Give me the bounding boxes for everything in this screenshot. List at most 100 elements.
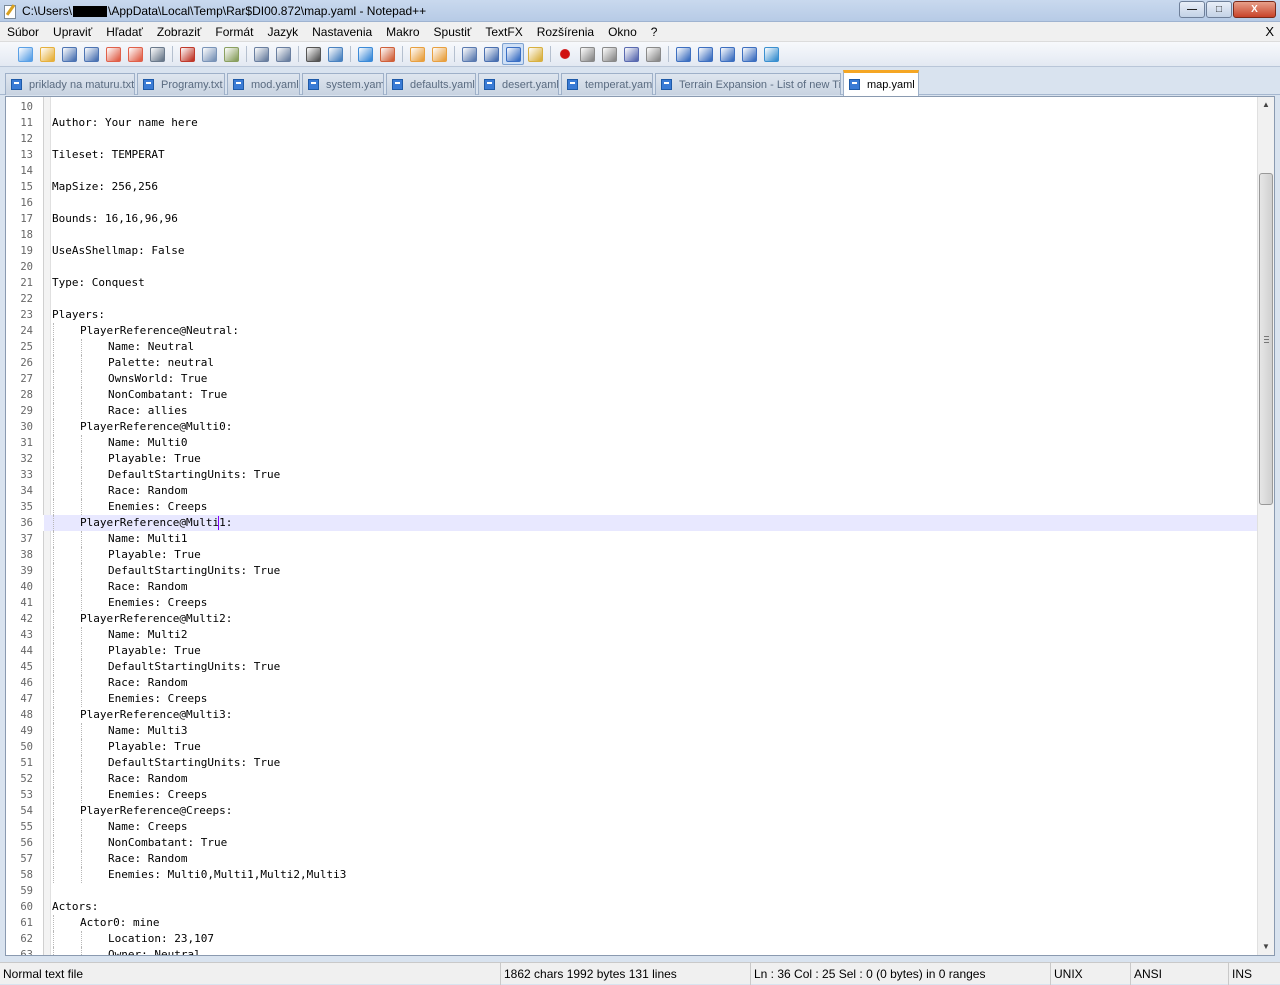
code-line[interactable]: 53 Enemies: Creeps (6, 787, 1258, 803)
code-line[interactable]: 40 Race: Random (6, 579, 1258, 595)
menu-upravit[interactable]: Upraviť (46, 22, 99, 42)
code-line[interactable]: 33 DefaultStartingUnits: True (6, 467, 1258, 483)
code-line[interactable]: 18 (6, 227, 1258, 243)
menu-hladat[interactable]: Hľadať (99, 22, 150, 42)
prev-bookmark-button[interactable] (694, 43, 716, 65)
code-line[interactable]: 22 (6, 291, 1258, 307)
menu-nastavenia[interactable]: Nastavenia (305, 22, 379, 42)
menu-spustit[interactable]: Spustiť (427, 22, 479, 42)
save-button[interactable] (58, 43, 80, 65)
code-line[interactable]: 56 NonCombatant: True (6, 835, 1258, 851)
record-macro-button[interactable] (554, 43, 576, 65)
code-line[interactable]: 25 Name: Neutral (6, 339, 1258, 355)
code-line[interactable]: 59 (6, 883, 1258, 899)
code-line[interactable]: 37 Name: Multi1 (6, 531, 1258, 547)
code-line[interactable]: 35 Enemies: Creeps (6, 499, 1258, 515)
menu-rozsirenia[interactable]: Rozšírenia (530, 22, 601, 42)
menu-subor[interactable]: Súbor (0, 22, 46, 42)
scroll-thumb[interactable] (1259, 173, 1273, 505)
code-line[interactable]: 60 Actors: (6, 899, 1258, 915)
tab-programy-txt[interactable]: Programy.txt (137, 73, 225, 95)
code-line[interactable]: 28 NonCombatant: True (6, 387, 1258, 403)
paste-button[interactable] (220, 43, 242, 65)
save-macro-button[interactable] (642, 43, 664, 65)
code-line[interactable]: 61 Actor0: mine (6, 915, 1258, 931)
close-all-button[interactable] (124, 43, 146, 65)
stop-record-button[interactable] (576, 43, 598, 65)
sync-vertical-button[interactable] (406, 43, 428, 65)
code-line[interactable]: 46 Race: Random (6, 675, 1258, 691)
code-line[interactable]: 10 (6, 99, 1258, 115)
show-all-chars-button[interactable] (480, 43, 502, 65)
code-line[interactable]: 41 Enemies: Creeps (6, 595, 1258, 611)
vertical-scrollbar[interactable]: ▲ ▼ (1257, 97, 1274, 955)
code-line[interactable]: 42 PlayerReference@Multi2: (6, 611, 1258, 627)
code-line[interactable]: 36 PlayerReference@Multi1: (6, 515, 1258, 531)
menu-help[interactable]: ? (644, 22, 665, 42)
word-wrap-button[interactable] (458, 43, 480, 65)
code-line[interactable]: 19 UseAsShellmap: False (6, 243, 1258, 259)
code-line[interactable]: 20 (6, 259, 1258, 275)
fold-all-button[interactable] (672, 43, 694, 65)
close-document-button[interactable]: X (1265, 22, 1274, 42)
close-button[interactable] (102, 43, 124, 65)
menu-jazyk[interactable]: Jazyk (260, 22, 305, 42)
code-line[interactable]: 16 (6, 195, 1258, 211)
copy-button[interactable] (198, 43, 220, 65)
cut-button[interactable] (176, 43, 198, 65)
play-macro-button[interactable] (598, 43, 620, 65)
run-macro-multiple-button[interactable] (620, 43, 642, 65)
tab-defaults-yaml[interactable]: defaults.yaml (386, 73, 476, 95)
zoom-in-button[interactable] (354, 43, 376, 65)
code-line[interactable]: 48 PlayerReference@Multi3: (6, 707, 1258, 723)
code-line[interactable]: 51 DefaultStartingUnits: True (6, 755, 1258, 771)
code-line[interactable]: 38 Playable: True (6, 547, 1258, 563)
unfold-all-button[interactable] (738, 43, 760, 65)
code-line[interactable]: 11 Author: Your name here (6, 115, 1258, 131)
function-list-button[interactable] (524, 43, 546, 65)
next-bookmark-button[interactable] (716, 43, 738, 65)
code-line[interactable]: 47 Enemies: Creeps (6, 691, 1258, 707)
code-line[interactable]: 24 PlayerReference@Neutral: (6, 323, 1258, 339)
code-line[interactable]: 21 Type: Conquest (6, 275, 1258, 291)
new-file-button[interactable] (14, 43, 36, 65)
code-line[interactable]: 30 PlayerReference@Multi0: (6, 419, 1258, 435)
code-line[interactable]: 43 Name: Multi2 (6, 627, 1258, 643)
tab-desert-yaml[interactable]: desert.yaml (478, 73, 559, 95)
code-line[interactable]: 62 Location: 23,107 (6, 931, 1258, 947)
tab-system-yaml[interactable]: system.yaml (302, 73, 384, 95)
menu-okno[interactable]: Okno (601, 22, 644, 42)
tab-priklady-na-maturu-txt[interactable]: priklady na maturu.txt (5, 73, 135, 95)
tab-temperat-yaml[interactable]: temperat.yaml (561, 73, 653, 95)
open-file-button[interactable] (36, 43, 58, 65)
code-line[interactable]: 39 DefaultStartingUnits: True (6, 563, 1258, 579)
scroll-down-icon[interactable]: ▼ (1258, 939, 1274, 955)
minimize-button[interactable]: — (1179, 1, 1205, 18)
redo-button[interactable] (272, 43, 294, 65)
code-line[interactable]: 58 Enemies: Multi0,Multi1,Multi2,Multi3 (6, 867, 1258, 883)
undo-button[interactable] (250, 43, 272, 65)
find-button[interactable] (302, 43, 324, 65)
menu-format[interactable]: Formát (208, 22, 260, 42)
code-line[interactable]: 14 (6, 163, 1258, 179)
code-line[interactable]: 44 Playable: True (6, 643, 1258, 659)
code-line[interactable]: 50 Playable: True (6, 739, 1258, 755)
tab-map-yaml[interactable]: map.yaml (843, 70, 919, 96)
scroll-up-icon[interactable]: ▲ (1258, 97, 1274, 113)
code-line[interactable]: 63 Owner: Neutral (6, 947, 1258, 955)
zoom-out-button[interactable] (376, 43, 398, 65)
print-button[interactable] (146, 43, 168, 65)
code-line[interactable]: 13 Tileset: TEMPERAT (6, 147, 1258, 163)
code-line[interactable]: 17 Bounds: 16,16,96,96 (6, 211, 1258, 227)
code-line[interactable]: 29 Race: allies (6, 403, 1258, 419)
code-line[interactable]: 23 Players: (6, 307, 1258, 323)
spellcheck-button[interactable] (760, 43, 782, 65)
save-all-button[interactable] (80, 43, 102, 65)
menu-zobrazit[interactable]: Zobraziť (150, 22, 209, 42)
code-line[interactable]: 27 OwnsWorld: True (6, 371, 1258, 387)
code-line[interactable]: 15 MapSize: 256,256 (6, 179, 1258, 195)
code-line[interactable]: 49 Name: Multi3 (6, 723, 1258, 739)
menu-makro[interactable]: Makro (379, 22, 426, 42)
code-line[interactable]: 55 Name: Creeps (6, 819, 1258, 835)
code-line[interactable]: 31 Name: Multi0 (6, 435, 1258, 451)
